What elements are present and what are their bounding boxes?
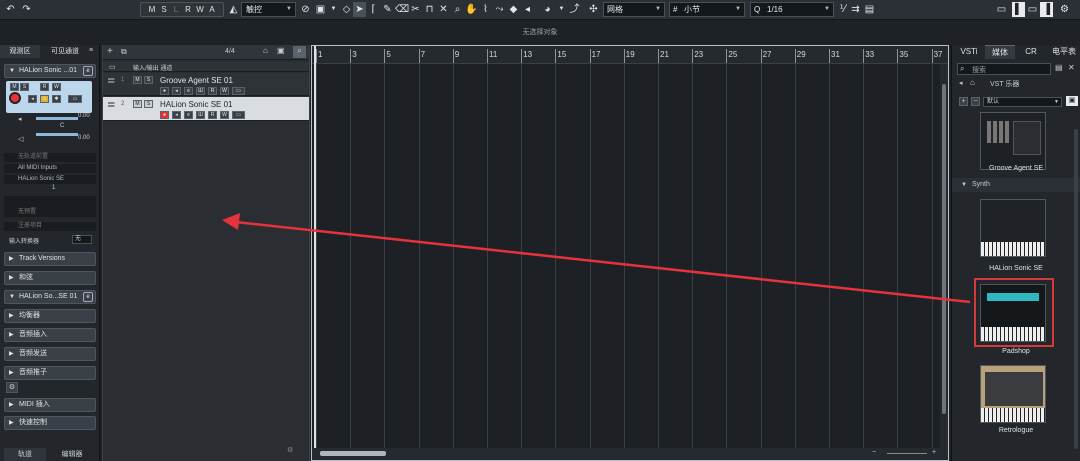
annotation-arrow <box>222 213 971 304</box>
